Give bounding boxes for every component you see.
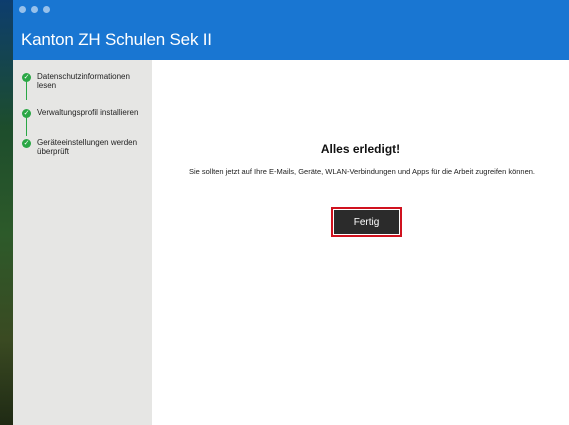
step-item-privacy: ✓ Datenschutzinformationen lesen bbox=[22, 72, 147, 90]
app-window: Kanton ZH Schulen Sek II ✓ Datenschutzin… bbox=[13, 0, 569, 425]
step-label: Datenschutzinformationen lesen bbox=[37, 72, 130, 90]
main-content: Alles erledigt! Sie sollten jetzt auf Ih… bbox=[152, 60, 569, 425]
done-button[interactable]: Fertig bbox=[331, 207, 402, 237]
completion-message: Sie sollten jetzt auf Ihre E-Mails, Gerä… bbox=[188, 167, 536, 176]
close-window-button[interactable] bbox=[19, 6, 26, 13]
step-label: Verwaltungsprofil installieren bbox=[37, 108, 139, 117]
step-item-device-settings: ✓ Geräteeinstellungen werden überprüft bbox=[22, 138, 147, 156]
check-icon: ✓ bbox=[22, 109, 31, 118]
check-icon: ✓ bbox=[22, 139, 31, 148]
title-bar: Kanton ZH Schulen Sek II bbox=[13, 0, 569, 60]
done-button-label: Fertig bbox=[334, 210, 399, 234]
app-title: Kanton ZH Schulen Sek II bbox=[21, 30, 212, 49]
zoom-window-button[interactable] bbox=[43, 6, 50, 13]
step-label: Geräteeinstellungen werden überprüft bbox=[37, 138, 138, 156]
window-controls bbox=[19, 6, 50, 13]
minimize-window-button[interactable] bbox=[31, 6, 38, 13]
progress-sidebar: ✓ Datenschutzinformationen lesen ✓ Verwa… bbox=[13, 60, 152, 425]
desktop-background bbox=[0, 0, 13, 425]
step-item-profile: ✓ Verwaltungsprofil installieren bbox=[22, 108, 147, 118]
check-icon: ✓ bbox=[22, 73, 31, 82]
page-title: Alles erledigt! bbox=[320, 142, 401, 156]
step-connector bbox=[26, 117, 27, 136]
